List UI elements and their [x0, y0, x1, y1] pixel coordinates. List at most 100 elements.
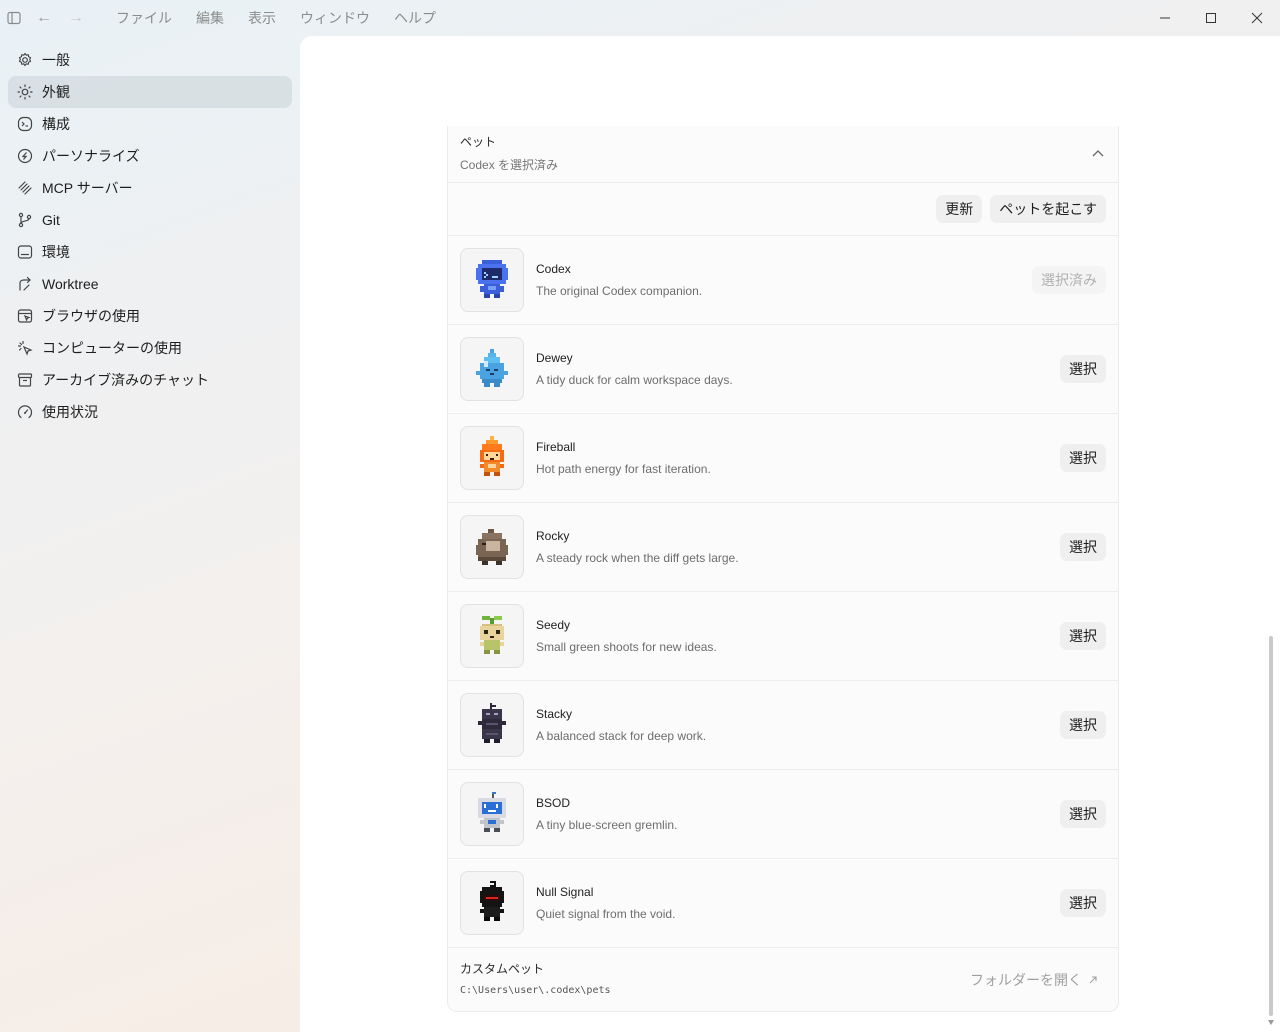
select-button[interactable]: 選択 — [1060, 889, 1106, 917]
sidebar-item-personalize[interactable]: パーソナライズ — [8, 140, 292, 172]
seedy-pet-image — [460, 604, 524, 668]
pet-row-rocky: Rocky A steady rock when the diff gets l… — [448, 503, 1118, 592]
sidebar-item-git[interactable]: Git — [8, 204, 292, 236]
settings-main-panel: ペット Codex を選択済み 更新 ペットを起こす Codex The ori… — [300, 36, 1280, 1032]
refresh-button[interactable]: 更新 — [936, 195, 983, 223]
pet-name: Seedy — [536, 618, 571, 632]
bsod-pet-image — [460, 782, 524, 846]
pets-card: ペット Codex を選択済み 更新 ペットを起こす Codex The ori… — [447, 126, 1119, 1012]
menu-edit[interactable]: 編集 — [184, 0, 236, 36]
gear-icon — [16, 51, 34, 69]
sidebar-item-label: パーソナライズ — [42, 148, 140, 164]
pets-card-header[interactable]: ペット Codex を選択済み — [448, 126, 1118, 183]
config-icon — [16, 115, 34, 133]
browser-icon — [16, 307, 34, 325]
environment-icon — [16, 243, 34, 261]
stacky-pet-image — [460, 693, 524, 757]
menu-file[interactable]: ファイル — [104, 0, 184, 36]
sidebar-item-mcp[interactable]: MCP サーバー — [8, 172, 292, 204]
settings-sidebar: 一般 外観 構成 パーソナライズ MCP サーバー Git 環境 Worktre… — [8, 44, 292, 428]
dewey-pet-image — [460, 337, 524, 401]
rocky-pet-image — [460, 515, 524, 579]
minimize-icon[interactable] — [1142, 0, 1188, 36]
open-folder-button[interactable]: フォルダーを開く — [970, 970, 1098, 990]
menu-help[interactable]: ヘルプ — [382, 0, 448, 36]
cursor-click-icon — [16, 339, 34, 357]
sidebar-item-general[interactable]: 一般 — [8, 44, 292, 76]
external-link-icon — [1089, 976, 1097, 984]
sidebar-item-archived-chats[interactable]: アーカイブ済みのチャット — [8, 364, 292, 396]
pet-description: The original Codex companion. — [536, 284, 703, 298]
pet-description: Small green shoots for new ideas. — [536, 640, 717, 654]
sidebar-item-label: 環境 — [42, 244, 70, 260]
select-button[interactable]: 選択 — [1060, 355, 1106, 383]
select-button[interactable]: 選択 — [1060, 711, 1106, 739]
pet-name: Dewey — [536, 351, 573, 365]
pet-row-stacky: Stacky A balanced stack for deep work. 選… — [448, 681, 1118, 770]
git-branch-icon — [16, 211, 34, 229]
custom-pets-section: カスタムペット C:\Users\user\.codex\pets フォルダーを… — [448, 948, 1118, 1008]
pet-name: BSOD — [536, 796, 571, 810]
pet-row-codex: Codex The original Codex companion. 選択済み — [448, 236, 1118, 325]
back-arrow-icon[interactable]: ← — [28, 9, 60, 27]
pet-name: Stacky — [536, 707, 573, 721]
pet-description: Quiet signal from the void. — [536, 907, 676, 921]
sidebar-item-appearance[interactable]: 外観 — [8, 76, 292, 108]
sidebar-item-worktree[interactable]: Worktree — [8, 268, 292, 300]
pet-name: Null Signal — [536, 885, 594, 899]
sidebar-item-label: Worktree — [42, 276, 99, 292]
pet-description: A tidy duck for calm workspace days. — [536, 373, 733, 387]
sidebar-item-environment[interactable]: 環境 — [8, 236, 292, 268]
pets-toolbar: 更新 ペットを起こす — [448, 183, 1118, 236]
codex-pet-image — [460, 248, 524, 312]
select-button[interactable]: 選択 — [1060, 800, 1106, 828]
sidebar-item-browser[interactable]: ブラウザの使用 — [8, 300, 292, 332]
pet-description: Hot path energy for fast iteration. — [536, 462, 711, 476]
null-signal-pet-image — [460, 871, 524, 935]
archive-icon — [16, 371, 34, 389]
pet-description: A balanced stack for deep work. — [536, 729, 707, 743]
pet-row-dewey: Dewey A tidy duck for calm workspace day… — [448, 325, 1118, 414]
title-bar: ← → ファイル 編集 表示 ウィンドウ ヘルプ — [0, 0, 1280, 36]
pet-row-null-signal: Null Signal Quiet signal from the void. … — [448, 859, 1118, 948]
sidebar-item-label: 使用状況 — [42, 404, 98, 420]
scrollbar-thumb[interactable] — [1269, 636, 1273, 1016]
sidebar-item-label: 外観 — [42, 84, 70, 100]
sidebar-item-label: 構成 — [42, 116, 70, 132]
sidebar-item-label: コンピューターの使用 — [42, 340, 182, 356]
pet-row-bsod: BSOD A tiny blue-screen gremlin. 選択 — [448, 770, 1118, 859]
sidebar-item-computer-use[interactable]: コンピューターの使用 — [8, 332, 292, 364]
sidebar-item-usage[interactable]: 使用状況 — [8, 396, 292, 428]
pet-row-fireball: Fireball Hot path energy for fast iterat… — [448, 414, 1118, 503]
mcp-icon — [16, 179, 34, 197]
select-button[interactable]: 選択 — [1060, 533, 1106, 561]
menu-window[interactable]: ウィンドウ — [288, 0, 382, 36]
pet-name: Fireball — [536, 440, 576, 454]
maximize-icon[interactable] — [1188, 0, 1234, 36]
sidebar-item-label: アーカイブ済みのチャット — [42, 372, 210, 388]
select-button[interactable]: 選択 — [1060, 622, 1106, 650]
forward-arrow-icon[interactable]: → — [60, 9, 92, 27]
wake-pet-button[interactable]: ペットを起こす — [990, 195, 1106, 223]
sidebar-item-label: Git — [42, 212, 60, 228]
personalize-icon — [16, 147, 34, 165]
selected-button[interactable]: 選択済み — [1032, 266, 1106, 294]
menu-bar: ファイル 編集 表示 ウィンドウ ヘルプ — [104, 0, 448, 36]
sidebar-item-config[interactable]: 構成 — [8, 108, 292, 140]
sidebar-item-label: 一般 — [42, 52, 70, 68]
chevron-up-icon[interactable] — [1092, 144, 1104, 162]
scroll-down-arrow-icon[interactable] — [1268, 1020, 1274, 1026]
fireball-pet-image — [460, 426, 524, 490]
menu-view[interactable]: 表示 — [236, 0, 288, 36]
pet-name: Rocky — [536, 529, 570, 543]
select-button[interactable]: 選択 — [1060, 444, 1106, 472]
pets-title: ペット — [460, 135, 497, 149]
worktree-icon — [16, 275, 34, 293]
sidebar-item-label: MCP サーバー — [42, 180, 133, 196]
pet-row-seedy: Seedy Small green shoots for new ideas. … — [448, 592, 1118, 681]
window-controls — [1142, 0, 1280, 36]
close-icon[interactable] — [1234, 0, 1280, 36]
pet-description: A tiny blue-screen gremlin. — [536, 818, 678, 832]
sidebar-toggle-icon[interactable] — [0, 0, 28, 36]
sidebar-item-label: ブラウザの使用 — [42, 308, 140, 324]
